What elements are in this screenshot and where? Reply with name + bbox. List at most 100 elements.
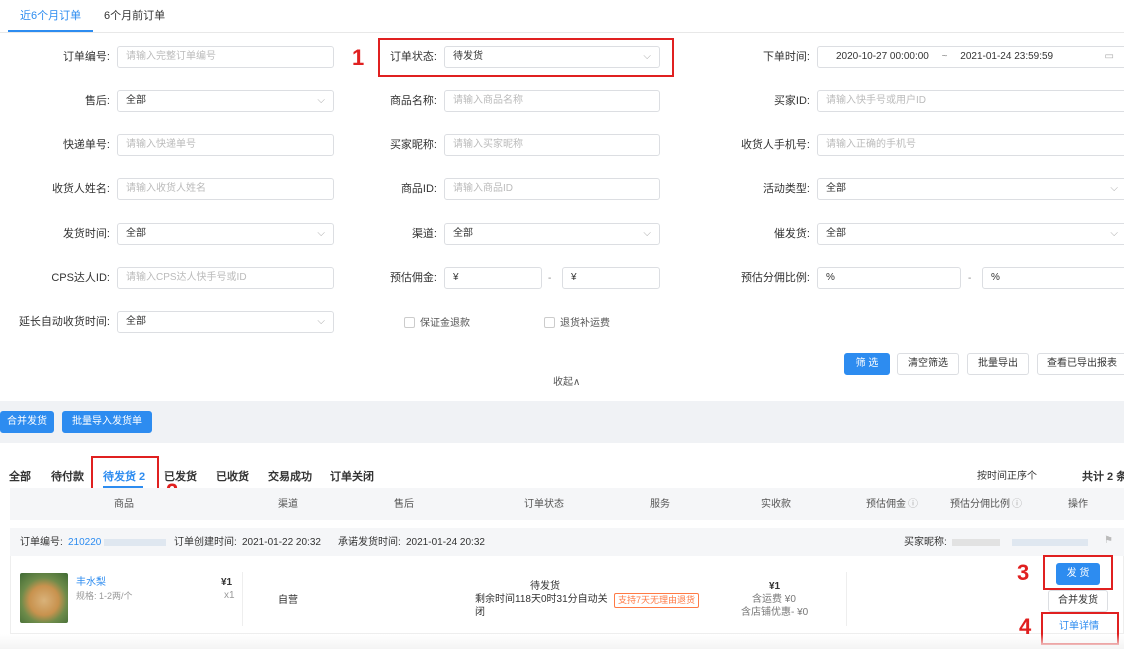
cps-id-label: CPS达人ID: xyxy=(51,272,110,284)
extend-receive-label: 延长自动收货时间: xyxy=(18,316,110,328)
after-sale-select[interactable]: 全部 ⌵ xyxy=(117,90,334,112)
chevron-down-icon: ⌵ xyxy=(317,228,325,239)
order-time-label: 下单时间: xyxy=(762,51,810,63)
product-name-input[interactable]: 请输入商品名称 xyxy=(444,90,660,112)
clear-filter-button[interactable]: 清空筛选 xyxy=(897,353,959,375)
order-promise-label: 承诺发货时间: xyxy=(338,537,401,548)
tab-recent-6-months[interactable]: 近6个月订单 xyxy=(8,0,94,32)
batch-import-ship-button[interactable]: 批量导入发货单 xyxy=(62,411,152,433)
order-promise-value: 2021-01-24 20:32 xyxy=(406,537,485,548)
amount-freight: 含运费 ¥0 xyxy=(752,594,796,605)
product-id-input[interactable]: 请输入商品ID xyxy=(444,178,660,200)
merge-ship-button[interactable]: 合并发货 xyxy=(0,411,54,433)
cell-divider xyxy=(846,572,847,626)
view-exported-reports-button[interactable]: 查看已导出报表 xyxy=(1037,353,1124,375)
est-commission-label: 预估佣金: xyxy=(389,272,437,284)
activity-type-select[interactable]: 全部 ⌵ xyxy=(817,178,1124,200)
est-ratio-max-input[interactable]: % xyxy=(982,267,1124,289)
receiver-name-label: 收货人姓名: xyxy=(51,183,110,195)
order-remaining-time-end: 闭 xyxy=(475,607,485,618)
redacted-buyer-nick xyxy=(952,539,1000,546)
order-created-label: 订单创建时间: xyxy=(174,537,237,548)
freight-compensation-checkbox[interactable] xyxy=(544,317,555,328)
receiver-phone-input[interactable]: 请输入正确的手机号 xyxy=(817,134,1124,156)
amount-received: ¥1 xyxy=(769,581,781,592)
product-price: ¥1 xyxy=(221,577,233,588)
receiver-phone-label: 收货人手机号: xyxy=(740,139,810,151)
status-tab-all[interactable]: 全部 xyxy=(9,466,31,488)
sort-by-time-toggle[interactable]: 按时间正序个 xyxy=(977,466,1037,488)
filter-button[interactable]: 筛 选 xyxy=(844,353,890,375)
urge-ship-label: 催发货: xyxy=(773,228,810,240)
product-qty: x1 xyxy=(224,590,235,601)
order-no-value[interactable]: 210220 xyxy=(68,536,101,549)
cps-id-input[interactable]: 请输入CPS达人快手号或ID xyxy=(117,267,334,289)
extend-receive-select[interactable]: 全部 ⌵ xyxy=(117,311,334,333)
buyer-nick-input[interactable]: 请输入买家昵称 xyxy=(444,134,660,156)
redacted-order-no xyxy=(104,539,166,546)
status-tab-received[interactable]: 已收货 xyxy=(216,466,249,488)
order-no-input[interactable]: 请输入完整订单编号 xyxy=(117,46,334,68)
col-after-sale: 售后 xyxy=(394,499,414,510)
channel-value: 全部 xyxy=(453,228,473,239)
deposit-refund-checkbox[interactable] xyxy=(404,317,415,328)
est-commission-dash: - xyxy=(548,273,552,284)
col-est-commission-label: 预估佣金 xyxy=(866,499,906,510)
calendar-icon: ▭ xyxy=(1104,51,1114,62)
product-name-link[interactable]: 丰水梨 xyxy=(76,576,106,589)
est-commission-max-input[interactable]: ¥ xyxy=(562,267,660,289)
annotation-box-2 xyxy=(91,456,159,492)
buyer-id-input[interactable]: 请输入快手号或用户ID xyxy=(817,90,1124,112)
bottom-fade xyxy=(0,634,1124,649)
bulk-action-bar xyxy=(0,401,1124,443)
tab-older-than-6-months[interactable]: 6个月前订单 xyxy=(92,0,177,32)
order-no-label: 订单编号: xyxy=(62,51,110,63)
order-no-field-label: 订单编号: xyxy=(20,537,63,548)
product-thumbnail[interactable] xyxy=(20,573,68,623)
order-status-text: 待发货 xyxy=(530,581,560,592)
est-ratio-dash: - xyxy=(968,273,972,284)
product-spec: 规格: 1-2两/个 xyxy=(76,591,133,601)
status-tab-pending-payment[interactable]: 待付款 xyxy=(51,466,84,488)
col-product: 商品 xyxy=(114,499,134,510)
receiver-name-input[interactable]: 请输入收货人姓名 xyxy=(117,178,334,200)
after-sale-value: 全部 xyxy=(126,95,146,106)
order-remaining-time: 剩余时间118天0时31分自动关 xyxy=(475,594,608,605)
cell-divider xyxy=(242,572,243,626)
est-commission-min-input[interactable]: ¥ xyxy=(444,267,542,289)
channel-label: 渠道: xyxy=(411,228,437,240)
tracking-no-input[interactable]: 请输入快递单号 xyxy=(117,134,334,156)
product-name-label: 商品名称: xyxy=(389,95,437,107)
col-channel: 渠道 xyxy=(278,499,298,510)
order-time-start: 2020-10-27 00:00:00 xyxy=(836,51,929,62)
service-badge: 支持7天无理由退货 xyxy=(614,593,700,608)
buyer-id-label: 买家ID: xyxy=(773,95,810,107)
order-channel: 自营 xyxy=(278,595,298,606)
status-tab-closed[interactable]: 订单关闭 xyxy=(330,466,374,488)
status-tab-completed[interactable]: 交易成功 xyxy=(268,466,312,488)
merge-ship-row-button[interactable]: 合并发货 xyxy=(1048,590,1108,612)
collapse-filters-link[interactable]: 收起∧ xyxy=(553,376,580,389)
est-ratio-label: 预估分佣比例: xyxy=(740,272,810,284)
urge-ship-value: 全部 xyxy=(826,228,846,239)
urge-ship-select[interactable]: 全部 ⌵ xyxy=(817,223,1124,245)
buyer-nick-field-label: 买家昵称: xyxy=(904,537,947,548)
extend-receive-value: 全部 xyxy=(126,316,146,327)
order-time-end: 2021-01-24 23:59:59 xyxy=(960,51,1054,62)
annotation-number-1: 1 xyxy=(352,45,365,70)
flag-icon[interactable]: ⚑ xyxy=(1104,534,1113,547)
activity-type-label: 活动类型: xyxy=(762,183,810,195)
amount-shop-discount: 含店铺优惠- ¥0 xyxy=(741,607,809,618)
col-est-commission: 预估佣金 ⓘ xyxy=(866,498,918,512)
batch-export-button[interactable]: 批量导出 xyxy=(967,353,1029,375)
col-service: 服务 xyxy=(650,499,670,510)
total-count: 共计 2 条 xyxy=(1082,471,1124,483)
channel-select[interactable]: 全部 ⌵ xyxy=(444,223,660,245)
order-time-range-picker[interactable]: 2020-10-27 00:00:00 ~ 2021-01-24 23:59:5… xyxy=(817,46,1124,68)
redacted-buyer-info xyxy=(1012,539,1088,546)
buyer-nick-label: 买家昵称: xyxy=(389,139,437,151)
order-time-separator: ~ xyxy=(941,51,948,62)
chevron-down-icon: ⌵ xyxy=(317,95,325,106)
ship-time-select[interactable]: 全部 ⌵ xyxy=(117,223,334,245)
est-ratio-min-input[interactable]: % xyxy=(817,267,961,289)
